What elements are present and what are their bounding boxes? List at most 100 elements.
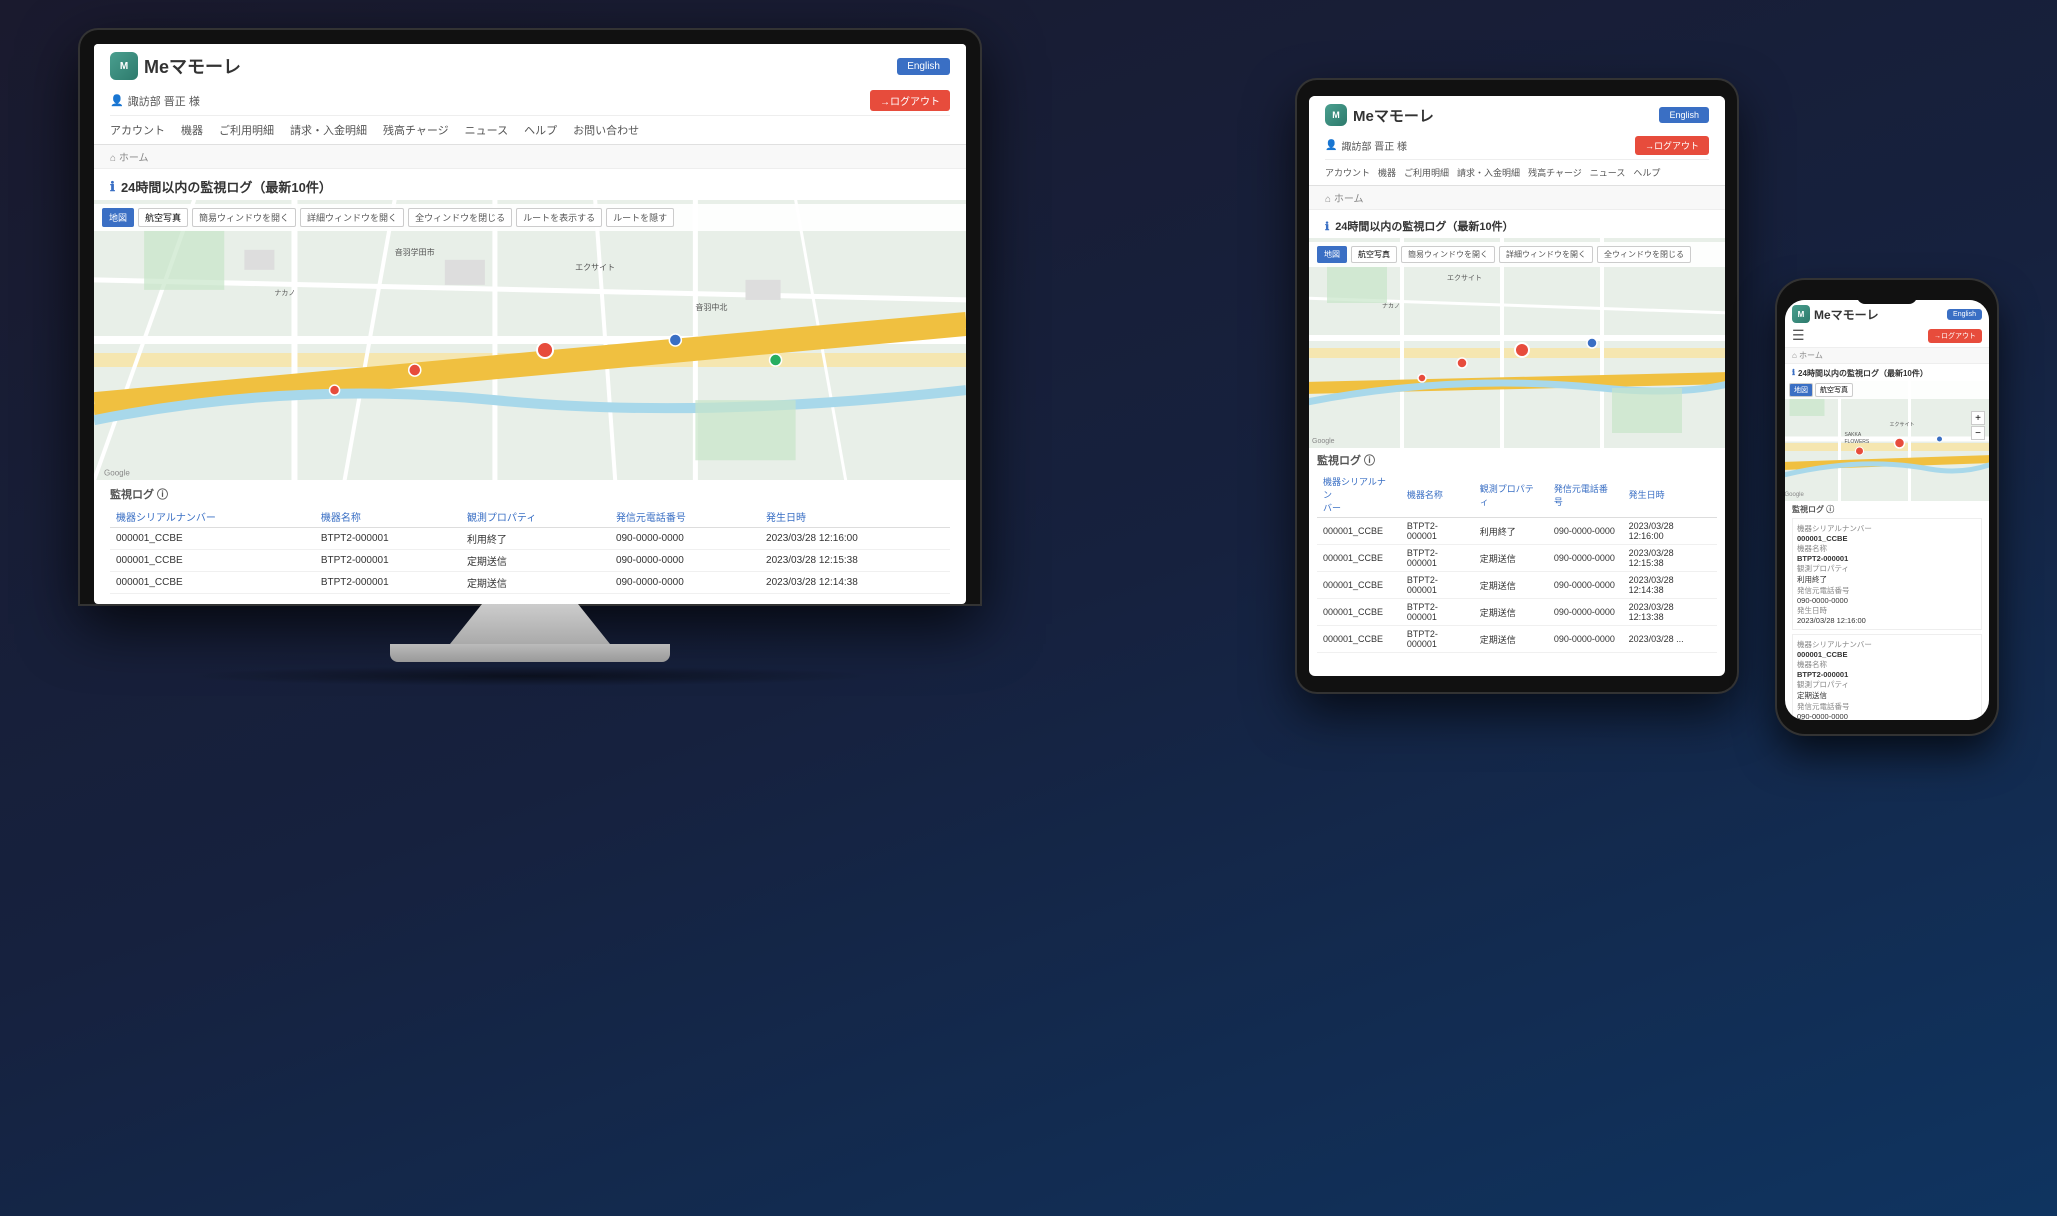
table-row[interactable]: 000001_CCBEBTPT2-000001定期送信090-0000-0000… bbox=[1317, 545, 1717, 572]
col-serial: 機器シリアルナンバー bbox=[110, 506, 315, 528]
table-cell: BTPT2-000001 bbox=[1401, 545, 1474, 572]
table-cell: 090-0000-0000 bbox=[1548, 599, 1623, 626]
tablet-info-icon: ℹ bbox=[1325, 220, 1329, 233]
phone-map-svg: Google SAKKA FLOWERS エクサイト bbox=[1785, 381, 1989, 501]
tablet-map-svg: エクサイト ナカノ Google bbox=[1309, 238, 1725, 448]
logout-button[interactable]: →ログアウト bbox=[870, 90, 950, 111]
nav-contact[interactable]: お問い合わせ bbox=[573, 122, 639, 138]
tablet-log-title: 監視ログ ⓘ bbox=[1317, 452, 1717, 468]
table-row[interactable]: 000001_CCBEBTPT2-000001定期送信090-0000-0000… bbox=[1317, 572, 1717, 599]
scene: M Meマモーレ English 👤 諏訪部 晋正 様 →ログアウト bbox=[0, 0, 2057, 1216]
nav-news[interactable]: ニュース bbox=[465, 122, 508, 138]
tablet-map-btn-close[interactable]: 全ウィンドウを閉じる bbox=[1597, 246, 1691, 263]
nav-help[interactable]: ヘルプ bbox=[524, 122, 557, 138]
map-btn-close-all[interactable]: 全ウィンドウを閉じる bbox=[408, 208, 512, 227]
svg-text:ナカノ: ナカノ bbox=[1382, 303, 1400, 310]
tablet-nav-charge[interactable]: 残高チャージ bbox=[1528, 166, 1582, 179]
tablet-device: M Meマモーレ English 👤 諏訪部 晋正 様 →ログアウト bbox=[1297, 80, 1737, 692]
table-cell: BTPT2-000001 bbox=[1401, 626, 1474, 653]
map-btn-detail[interactable]: 詳細ウィンドウを開く bbox=[300, 208, 404, 227]
table-cell: 090-0000-0000 bbox=[610, 528, 760, 550]
table-cell: 定期送信 bbox=[1474, 599, 1548, 626]
table-cell: 090-0000-0000 bbox=[1548, 626, 1623, 653]
svg-text:SAKKA: SAKKA bbox=[1845, 432, 1862, 438]
log-title: 監視ログ ⓘ bbox=[110, 486, 950, 502]
tablet-nav: アカウント 機器 ご利用明細 請求・入金明細 残高チャージ ニュース ヘルプ bbox=[1325, 164, 1709, 181]
tablet-logout-button[interactable]: →ログアウト bbox=[1635, 136, 1709, 155]
phone-logout-button[interactable]: →ログアウト bbox=[1928, 329, 1982, 343]
table-cell: BTPT2-000001 bbox=[315, 550, 461, 572]
language-button[interactable]: English bbox=[897, 58, 950, 75]
phone-map-tab-aerial[interactable]: 航空写真 bbox=[1815, 383, 1853, 397]
tablet-screen: M Meマモーレ English 👤 諏訪部 晋正 様 →ログアウト bbox=[1309, 96, 1725, 676]
phone-map-tab-map[interactable]: 地図 bbox=[1789, 383, 1813, 397]
tablet-map-tab-map[interactable]: 地図 bbox=[1317, 246, 1347, 263]
phone-language-button[interactable]: English bbox=[1947, 309, 1982, 320]
nav-account[interactable]: アカウント bbox=[110, 122, 165, 138]
table-cell: 定期送信 bbox=[461, 550, 610, 572]
svg-text:エクサイト: エクサイト bbox=[1447, 274, 1482, 282]
tablet-map-btn-detail[interactable]: 詳細ウィンドウを開く bbox=[1499, 246, 1593, 263]
table-cell: BTPT2-000001 bbox=[1401, 599, 1474, 626]
tablet-map-btn-simple[interactable]: 簡易ウィンドウを開く bbox=[1401, 246, 1495, 263]
nav-billing[interactable]: 請求・入金明細 bbox=[290, 122, 367, 138]
phone-zoom-out[interactable]: − bbox=[1971, 426, 1985, 440]
table-cell: 090-0000-0000 bbox=[610, 572, 760, 594]
tablet-nav-usage[interactable]: ご利用明細 bbox=[1404, 166, 1449, 179]
tablet-map-tab-aerial[interactable]: 航空写真 bbox=[1351, 246, 1397, 263]
table-row[interactable]: 000001_CCBEBTPT2-000001定期送信090-0000-0000… bbox=[110, 572, 950, 594]
svg-text:Google: Google bbox=[1312, 438, 1335, 445]
svg-text:ナカノ: ナカノ bbox=[274, 289, 295, 297]
nav-charge[interactable]: 残高チャージ bbox=[383, 122, 449, 138]
table-cell: 2023/03/28 ... bbox=[1623, 626, 1717, 653]
tablet-nav-billing[interactable]: 請求・入金明細 bbox=[1457, 166, 1520, 179]
monitor-base bbox=[390, 644, 670, 662]
table-row[interactable]: 000001_CCBEBTPT2-000001定期送信090-0000-0000… bbox=[1317, 626, 1717, 653]
phone-device: M Meマモーレ English ☰ →ログアウト ⌂ ホーム ℹ bbox=[1777, 280, 1997, 734]
table-row[interactable]: 000001_CCBEBTPT2-000001利用終了090-0000-0000… bbox=[1317, 518, 1717, 545]
phone-zoom-in[interactable]: + bbox=[1971, 411, 1985, 425]
tablet-breadcrumb: ⌂ ホーム bbox=[1309, 186, 1725, 210]
tablet-language-button[interactable]: English bbox=[1659, 107, 1709, 123]
table-cell: 090-0000-0000 bbox=[1548, 572, 1623, 599]
table-cell: 定期送信 bbox=[1474, 545, 1548, 572]
table-row[interactable]: 000001_CCBEBTPT2-000001利用終了090-0000-0000… bbox=[110, 528, 950, 550]
table-cell: BTPT2-000001 bbox=[315, 572, 461, 594]
table-cell: 利用終了 bbox=[461, 528, 610, 550]
map-container: 地図 航空写真 簡易ウィンドウを開く 詳細ウィンドウを開く 全ウィンドウを閉じる… bbox=[94, 200, 966, 480]
monitor-stand bbox=[450, 604, 610, 644]
table-cell: 2023/03/28 12:16:00 bbox=[760, 528, 950, 550]
tablet-table-header-row: 機器シリアルナンバー 機器名称 観測プロパティ 発信元電話番号 発生日時 bbox=[1317, 472, 1717, 518]
tablet-nav-device[interactable]: 機器 bbox=[1378, 166, 1396, 179]
svg-text:音羽中北: 音羽中北 bbox=[695, 302, 727, 312]
tablet-nav-account[interactable]: アカウント bbox=[1325, 166, 1370, 179]
table-row[interactable]: 000001_CCBEBTPT2-000001定期送信090-0000-0000… bbox=[1317, 599, 1717, 626]
phone-hamburger-icon[interactable]: ☰ bbox=[1792, 327, 1805, 344]
table-body: 000001_CCBEBTPT2-000001利用終了090-0000-0000… bbox=[110, 528, 950, 594]
map-tab-aerial[interactable]: 航空写真 bbox=[138, 208, 188, 227]
table-cell: 定期送信 bbox=[1474, 626, 1548, 653]
map-btn-simple[interactable]: 簡易ウィンドウを開く bbox=[192, 208, 296, 227]
tablet-nav-help[interactable]: ヘルプ bbox=[1633, 166, 1660, 179]
tablet-col-name: 機器名称 bbox=[1401, 472, 1474, 518]
nav-device[interactable]: 機器 bbox=[181, 122, 203, 138]
table-cell: 2023/03/28 12:14:38 bbox=[1623, 572, 1717, 599]
tablet-bezel: M Meマモーレ English 👤 諏訪部 晋正 様 →ログアウト bbox=[1297, 80, 1737, 692]
tablet-col-serial: 機器シリアルナンバー bbox=[1317, 472, 1401, 518]
tablet-header: M Meマモーレ English 👤 諏訪部 晋正 様 →ログアウト bbox=[1309, 96, 1725, 186]
user-info: 👤 諏訪部 晋正 様 bbox=[110, 93, 200, 109]
map-tab-map[interactable]: 地図 bbox=[102, 208, 134, 227]
svg-text:Google: Google bbox=[1785, 492, 1805, 498]
tablet-user-info: 👤 諏訪部 晋正 様 bbox=[1325, 138, 1407, 153]
phone-bezel: M Meマモーレ English ☰ →ログアウト ⌂ ホーム ℹ bbox=[1777, 280, 1997, 734]
logo-area: M Meマモーレ bbox=[110, 52, 241, 80]
nav-usage[interactable]: ご利用明細 bbox=[219, 122, 274, 138]
phone-info-icon: ℹ bbox=[1792, 368, 1795, 377]
phone-log-item-2: 機器シリアルナンバー 000001_CCBE 機器名称 BTPT2-000001… bbox=[1792, 634, 1982, 720]
table-row[interactable]: 000001_CCBEBTPT2-000001定期送信090-0000-0000… bbox=[110, 550, 950, 572]
map-btn-route-show[interactable]: ルートを表示する bbox=[516, 208, 602, 227]
phone-log-title: 監視ログ ⓘ bbox=[1792, 504, 1982, 515]
tablet-nav-news[interactable]: ニュース bbox=[1590, 166, 1626, 179]
map-btn-route-hide[interactable]: ルートを隠す bbox=[606, 208, 674, 227]
col-date: 発生日時 bbox=[760, 506, 950, 528]
